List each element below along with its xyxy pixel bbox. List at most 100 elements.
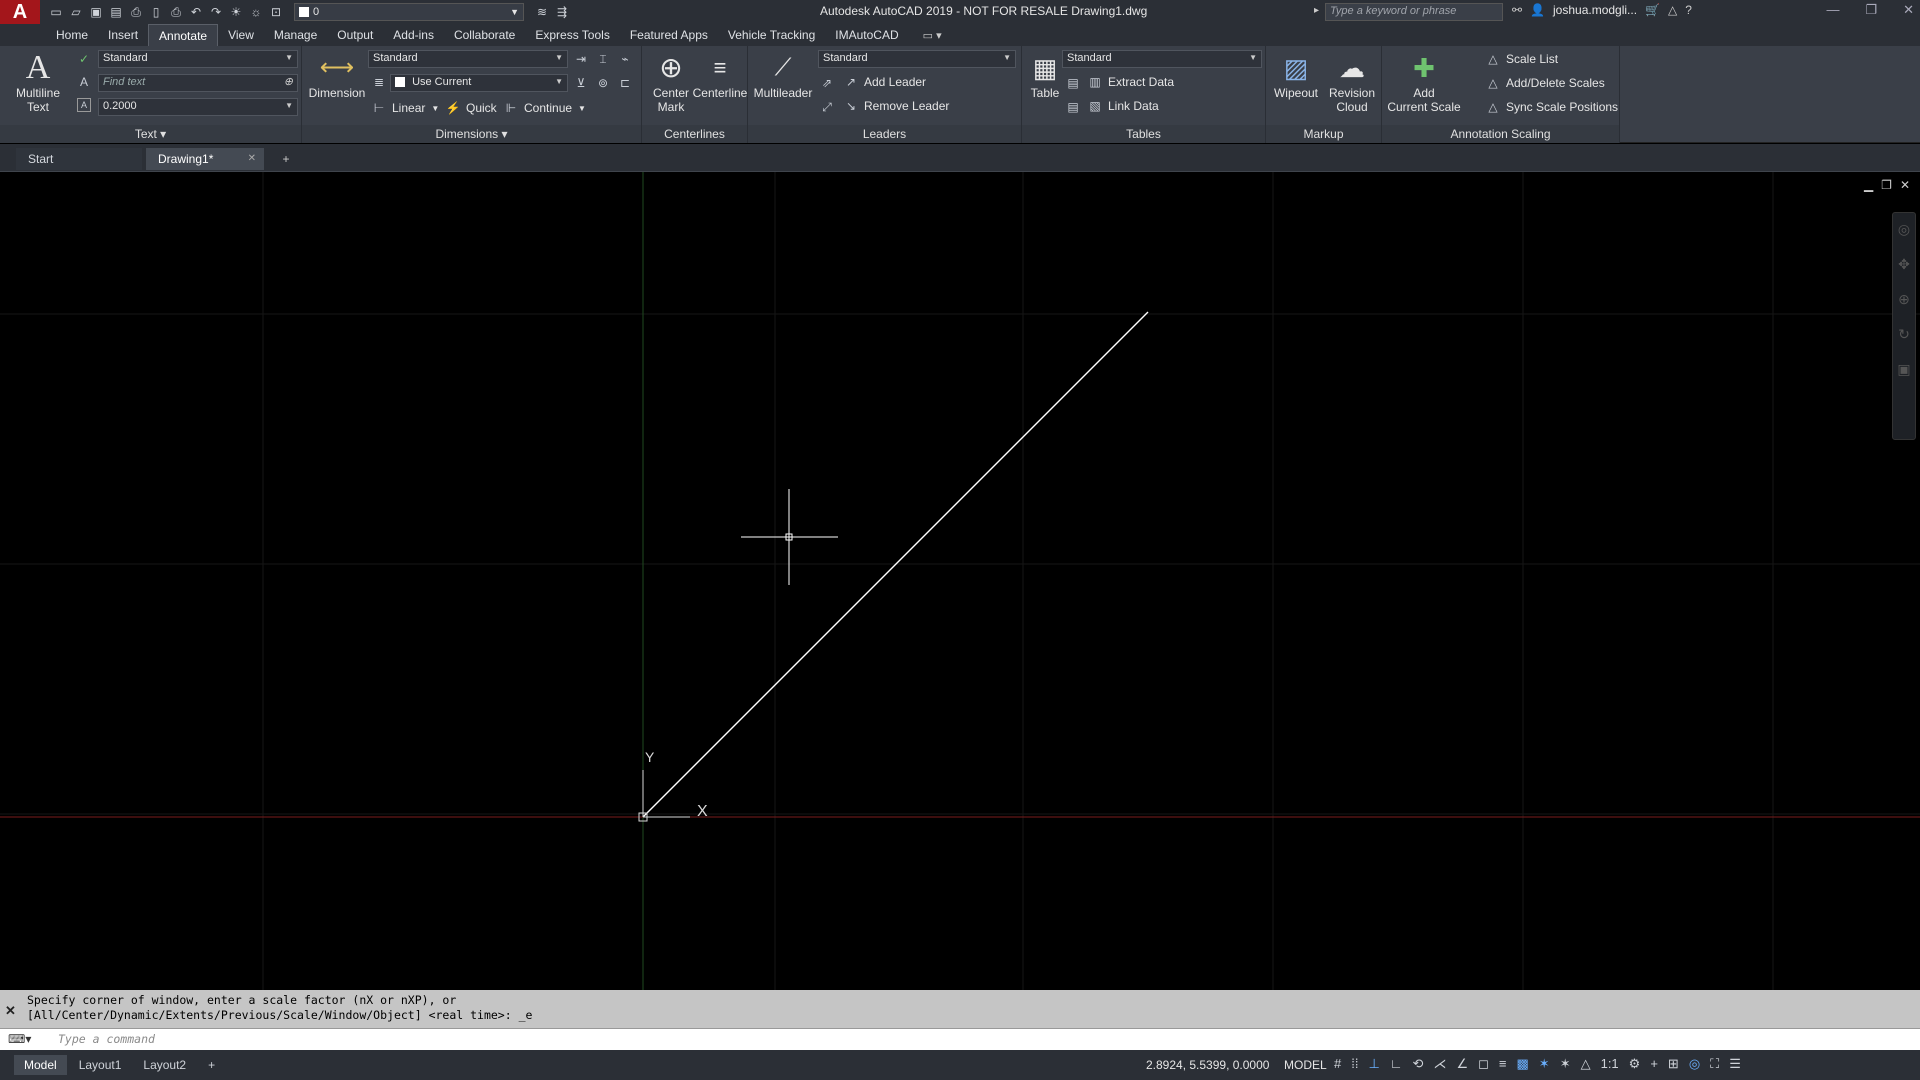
viewport-restore-icon[interactable]: ❐ [1881, 178, 1892, 192]
tab-insert[interactable]: Insert [98, 24, 148, 46]
undo-icon[interactable]: ↶ [188, 4, 204, 20]
linear-button[interactable]: ⊢ Linear ▼ [372, 101, 440, 115]
text-height-dropdown[interactable]: 0.2000 ▼ [98, 98, 298, 116]
showmotion-icon[interactable]: ▣ [1893, 361, 1915, 378]
layer-dropdown[interactable]: 0 ▼ [294, 3, 524, 21]
link-data-button[interactable]: ▧ Link Data [1088, 99, 1158, 113]
add-delete-scales-button[interactable]: △ Add/Delete Scales [1486, 76, 1604, 90]
units-icon[interactable]: ⊞ [1668, 1056, 1679, 1072]
drawing-canvas[interactable]: Y X ▁ ❐ ✕ ◎ ✥ ⊕ ↻ ▣ [0, 172, 1920, 990]
leaders-panel-title[interactable]: Leaders [748, 125, 1021, 143]
command-line[interactable]: ⌨▾ Type a command [0, 1028, 1920, 1050]
tab-drawing1[interactable]: Drawing1* ✕ [146, 148, 264, 170]
close-icon[interactable]: ✕ [1903, 2, 1914, 18]
annotation-visibility-icon[interactable]: ✶ [1539, 1056, 1550, 1072]
center-mark-button[interactable]: ⊕ Center Mark [646, 50, 696, 115]
customization-icon[interactable]: ☰ [1729, 1056, 1741, 1072]
add-leader-button[interactable]: ↗ Add Leader [844, 75, 926, 89]
table-tool-icon-1[interactable]: ▤ [1066, 76, 1080, 90]
multiline-text-button[interactable]: A Multiline Text [8, 50, 68, 115]
command-input[interactable]: Type a command [58, 1032, 155, 1046]
dimensions-panel-title[interactable]: Dimensions ▾ [302, 125, 641, 143]
table-button[interactable]: ▦ Table [1026, 50, 1064, 100]
tab-add-ins[interactable]: Add-ins [383, 24, 444, 46]
close-tab-icon[interactable]: ✕ [248, 148, 256, 170]
dimension-button[interactable]: ⟷ Dimension [306, 50, 368, 101]
viewport-minimize-icon[interactable]: ▁ [1864, 178, 1873, 192]
new-file-icon[interactable]: ▭ [48, 4, 64, 20]
leader-tool-icon-1[interactable]: ⇗ [820, 76, 834, 90]
tab-imautocad[interactable]: IMAutoCAD [825, 24, 908, 46]
isodraft-icon[interactable]: ⋌ [1433, 1056, 1446, 1072]
tab-output[interactable]: Output [327, 24, 383, 46]
ortho-icon[interactable]: ∟ [1390, 1056, 1403, 1072]
navigation-bar[interactable]: ◎ ✥ ⊕ ↻ ▣ [1892, 212, 1916, 440]
text-panel-title[interactable]: Text ▾ [0, 125, 301, 143]
leader-tool-icon-2[interactable]: ⤢ [820, 100, 834, 114]
coordinates-readout[interactable]: 2.8924, 5.5399, 0.0000 [1146, 1058, 1269, 1072]
wipeout-button[interactable]: ▨ Wipeout [1268, 50, 1324, 100]
plot-icon[interactable]: ⎙ [168, 4, 184, 20]
remove-leader-button[interactable]: ↘ Remove Leader [844, 99, 949, 113]
object-snap-icon[interactable]: ◻ [1478, 1056, 1489, 1072]
find-text-input[interactable]: Find text ⊕ [98, 74, 298, 92]
viewport-close-icon[interactable]: ✕ [1900, 178, 1910, 192]
dim-tool-icon-4[interactable]: ⊻ [574, 76, 588, 90]
export-icon[interactable]: ▯ [148, 4, 164, 20]
tab-manage[interactable]: Manage [264, 24, 327, 46]
open-file-icon[interactable]: ▱ [68, 4, 84, 20]
tab-start[interactable]: Start [16, 148, 142, 170]
extract-data-button[interactable]: ▥ Extract Data [1088, 75, 1174, 89]
table-tool-icon-2[interactable]: ▤ [1066, 100, 1080, 114]
continue-dimension-button[interactable]: ⊩ Continue ▼ [504, 101, 586, 115]
lightbulb-icon[interactable]: ☀ [228, 4, 244, 20]
steering-wheel-icon[interactable]: ◎ [1893, 221, 1915, 238]
save-icon[interactable]: ▣ [88, 4, 104, 20]
tab-layout1[interactable]: Layout1 [69, 1055, 132, 1075]
annotation-monitor-icon[interactable]: + [1650, 1056, 1658, 1072]
dim-tool-icon-2[interactable]: ⌶ [596, 52, 610, 66]
add-current-scale-button[interactable]: ✚ Add Current Scale [1384, 50, 1464, 114]
dim-tool-icon-6[interactable]: ⊏ [618, 76, 632, 90]
workspace-gear-icon[interactable]: ⚙ [1629, 1056, 1641, 1072]
model-space-toggle[interactable]: MODEL [1284, 1058, 1327, 1072]
grid-icon[interactable]: # [1334, 1056, 1341, 1072]
sun-icon[interactable]: ☼ [248, 4, 264, 20]
search-input[interactable]: Type a keyword or phrase [1325, 3, 1503, 21]
dimension-style-dropdown[interactable]: Standard ▼ [368, 50, 568, 68]
sync-scale-positions-button[interactable]: △ Sync Scale Positions [1486, 100, 1618, 114]
tab-vehicle-tracking[interactable]: Vehicle Tracking [718, 24, 825, 46]
annotation-scale-value[interactable]: 1:1 [1601, 1056, 1619, 1072]
text-style-dropdown[interactable]: Standard ▼ [98, 50, 298, 68]
tab-express-tools[interactable]: Express Tools [525, 24, 619, 46]
restore-icon[interactable]: ❐ [1865, 2, 1877, 18]
dimension-layer-dropdown[interactable]: Use Current ▼ [390, 74, 568, 92]
match-layer-icon[interactable]: ⇶ [554, 4, 570, 20]
command-line-close-icon[interactable]: ✕ [5, 1003, 16, 1019]
isolate-objects-icon[interactable]: ◎ [1689, 1056, 1700, 1072]
object-snap-tracking-icon[interactable]: ∠ [1456, 1056, 1468, 1072]
multileader-button[interactable]: ⟋ Multileader [752, 50, 814, 101]
revision-cloud-button[interactable]: ☁ Revision Cloud [1324, 50, 1380, 114]
scale-list-button[interactable]: △ Scale List [1486, 52, 1558, 66]
binoculars-icon[interactable]: ⚯ [1512, 3, 1522, 17]
user-name[interactable]: joshua.modgli... [1553, 3, 1637, 17]
orbit-icon[interactable]: ↻ [1893, 326, 1915, 343]
ribbon-display-toggle-icon[interactable]: ▭ ▾ [923, 29, 942, 42]
quick-dimension-button[interactable]: ⚡ Quick [446, 101, 497, 115]
tab-model[interactable]: Model [14, 1055, 67, 1075]
leader-style-dropdown[interactable]: Standard ▼ [818, 50, 1016, 68]
tables-panel-title[interactable]: Tables [1022, 125, 1265, 143]
search-arrow-icon[interactable]: ▸ [1314, 5, 1319, 16]
dim-tool-icon-3[interactable]: ⌁ [618, 52, 632, 66]
tab-annotate[interactable]: Annotate [148, 24, 219, 46]
annotation-scale-icon[interactable]: △ [1581, 1056, 1591, 1072]
minimize-icon[interactable]: — [1826, 2, 1839, 18]
tab-home[interactable]: Home [46, 24, 98, 46]
user-icon[interactable]: 👤 [1530, 3, 1545, 17]
transparency-icon[interactable]: ▩ [1516, 1056, 1528, 1072]
infer-constraints-icon[interactable]: ⊥ [1368, 1056, 1379, 1072]
tab-view[interactable]: View [218, 24, 264, 46]
new-tab-button[interactable]: + [276, 148, 296, 170]
tab-featured-apps[interactable]: Featured Apps [620, 24, 718, 46]
